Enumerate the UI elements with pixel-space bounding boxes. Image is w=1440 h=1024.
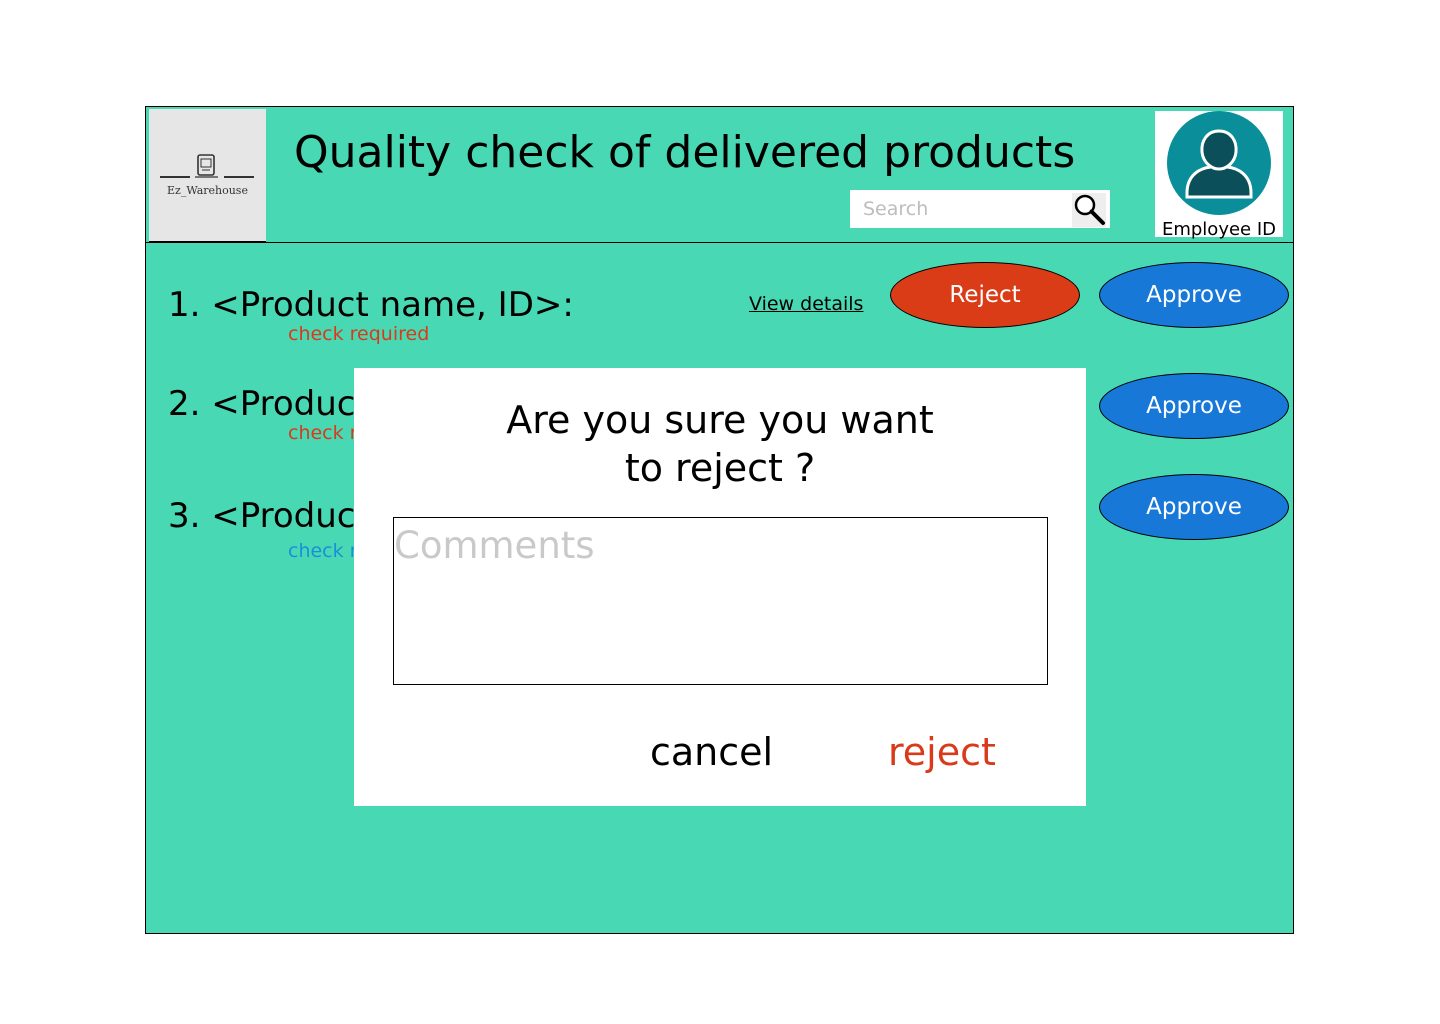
product-name: 1. <Product name, ID>: — [168, 285, 574, 325]
approve-button-3[interactable]: Approve — [1099, 474, 1289, 540]
page-title: Quality check of delivered products — [294, 127, 1076, 178]
comments-input[interactable] — [393, 517, 1048, 685]
user-avatar-icon — [1167, 111, 1271, 215]
view-details-link[interactable]: View details — [749, 293, 863, 315]
product-row-3: 3. <Product check r — [168, 496, 369, 562]
product-status: check r — [288, 540, 358, 562]
dialog-title-line-1: Are you sure you want — [506, 398, 934, 442]
employee-profile[interactable]: Employee ID — [1155, 111, 1283, 240]
logo-text: Ez_Warehouse — [167, 184, 248, 197]
search-input[interactable] — [850, 190, 1064, 228]
dialog-title: Are you sure you want to reject ? — [354, 396, 1086, 492]
product-name: 2. <Product — [168, 384, 369, 424]
dialog-title-line-2: to reject ? — [624, 446, 816, 490]
header-divider — [146, 242, 1293, 243]
reject-button[interactable]: Reject — [890, 262, 1080, 328]
product-status: check required — [288, 323, 430, 345]
app-logo[interactable]: Ez_Warehouse — [149, 109, 266, 242]
product-row-1: 1. <Product name, ID>: check required — [168, 285, 574, 345]
search-bar — [850, 190, 1110, 228]
product-status: check r — [288, 422, 358, 444]
product-row-2: 2. <Product check r — [168, 384, 369, 444]
cancel-button[interactable]: cancel — [650, 730, 773, 774]
search-icon[interactable] — [1072, 193, 1106, 227]
warehouse-logo-icon — [160, 154, 254, 178]
approve-button-1[interactable]: Approve — [1099, 262, 1289, 328]
reject-confirm-dialog: Are you sure you want to reject ? cancel… — [354, 368, 1086, 806]
approve-button-2[interactable]: Approve — [1099, 373, 1289, 439]
employee-id-label: Employee ID — [1161, 219, 1277, 240]
confirm-reject-button[interactable]: reject — [888, 730, 996, 774]
product-name: 3. <Product — [168, 496, 369, 536]
